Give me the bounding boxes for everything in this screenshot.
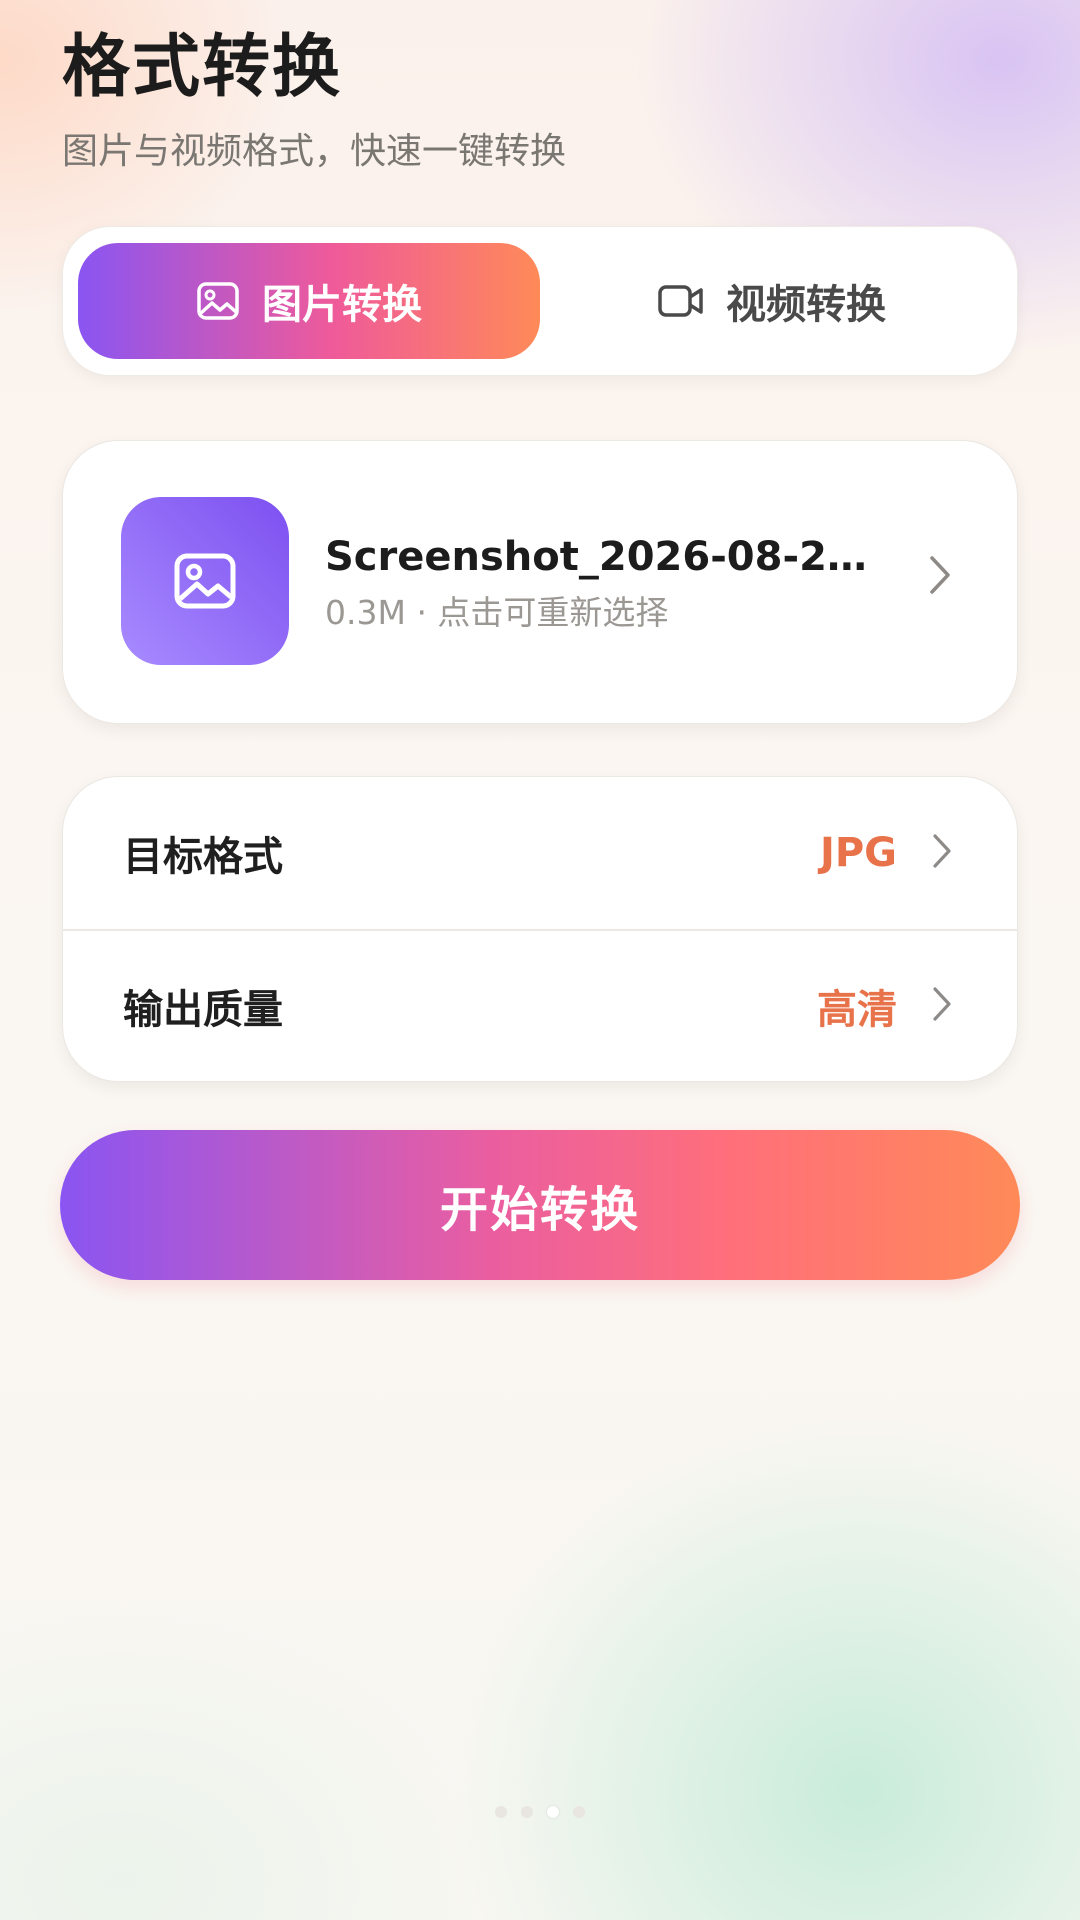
chevron-right-icon	[927, 553, 953, 601]
page-dot	[521, 1806, 533, 1818]
page-title: 格式转换	[62, 28, 343, 107]
page-dot	[495, 1806, 507, 1818]
tab-image-conversion[interactable]: 图片转换	[78, 243, 540, 359]
file-meta: 0.3M · 点击可重新选择	[325, 593, 669, 632]
setting-value: 高清	[817, 987, 897, 1033]
setting-label: 输出质量	[123, 987, 283, 1033]
page-indicator	[0, 1806, 1080, 1818]
start-conversion-button[interactable]: 开始转换	[60, 1130, 1020, 1280]
file-name: Screenshot_2026-08-27-1…	[325, 534, 885, 580]
tab-video-label: 视频转换	[726, 282, 886, 328]
setting-label: 目标格式	[123, 834, 283, 880]
page-dot-active	[547, 1806, 559, 1818]
chevron-right-icon	[931, 985, 953, 1027]
page-subtitle: 图片与视频格式，快速一键转换	[62, 131, 567, 172]
format-converter-screen: 格式转换 图片与视频格式，快速一键转换 图片转换 视频转换 Screenshot…	[0, 0, 1080, 1920]
conversion-type-tabs: 图片转换 视频转换	[62, 226, 1018, 376]
image-icon	[173, 552, 237, 610]
tab-video-conversion[interactable]: 视频转换	[541, 243, 1003, 359]
page-dot	[573, 1806, 585, 1818]
setting-target-format[interactable]: 目标格式 JPG	[63, 777, 1017, 929]
tab-image-label: 图片转换	[262, 282, 422, 328]
setting-output-quality[interactable]: 输出质量 高清	[63, 930, 1017, 1081]
setting-value: JPG	[819, 830, 897, 876]
video-camera-icon	[658, 284, 704, 318]
selected-file-card[interactable]: Screenshot_2026-08-27-1… 0.3M · 点击可重新选择	[62, 440, 1018, 724]
image-icon	[196, 281, 240, 321]
chevron-right-icon	[931, 832, 953, 874]
file-thumbnail	[121, 497, 289, 665]
conversion-settings-card: 目标格式 JPG 输出质量 高清	[62, 776, 1018, 1082]
